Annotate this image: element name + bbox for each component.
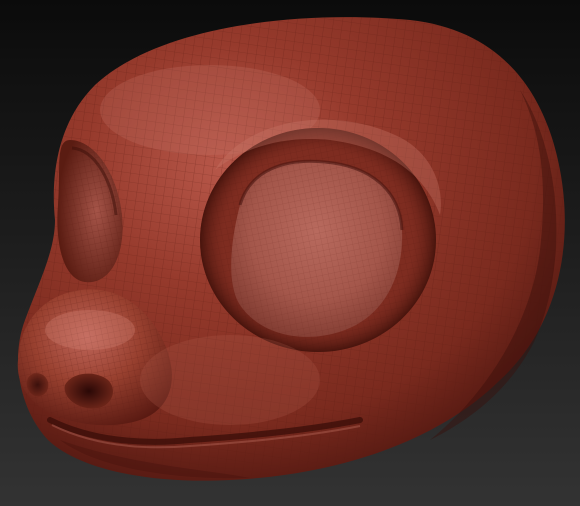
cheek [140,335,320,425]
sculpt-canvas [17,17,565,481]
viewport[interactable] [0,0,580,506]
